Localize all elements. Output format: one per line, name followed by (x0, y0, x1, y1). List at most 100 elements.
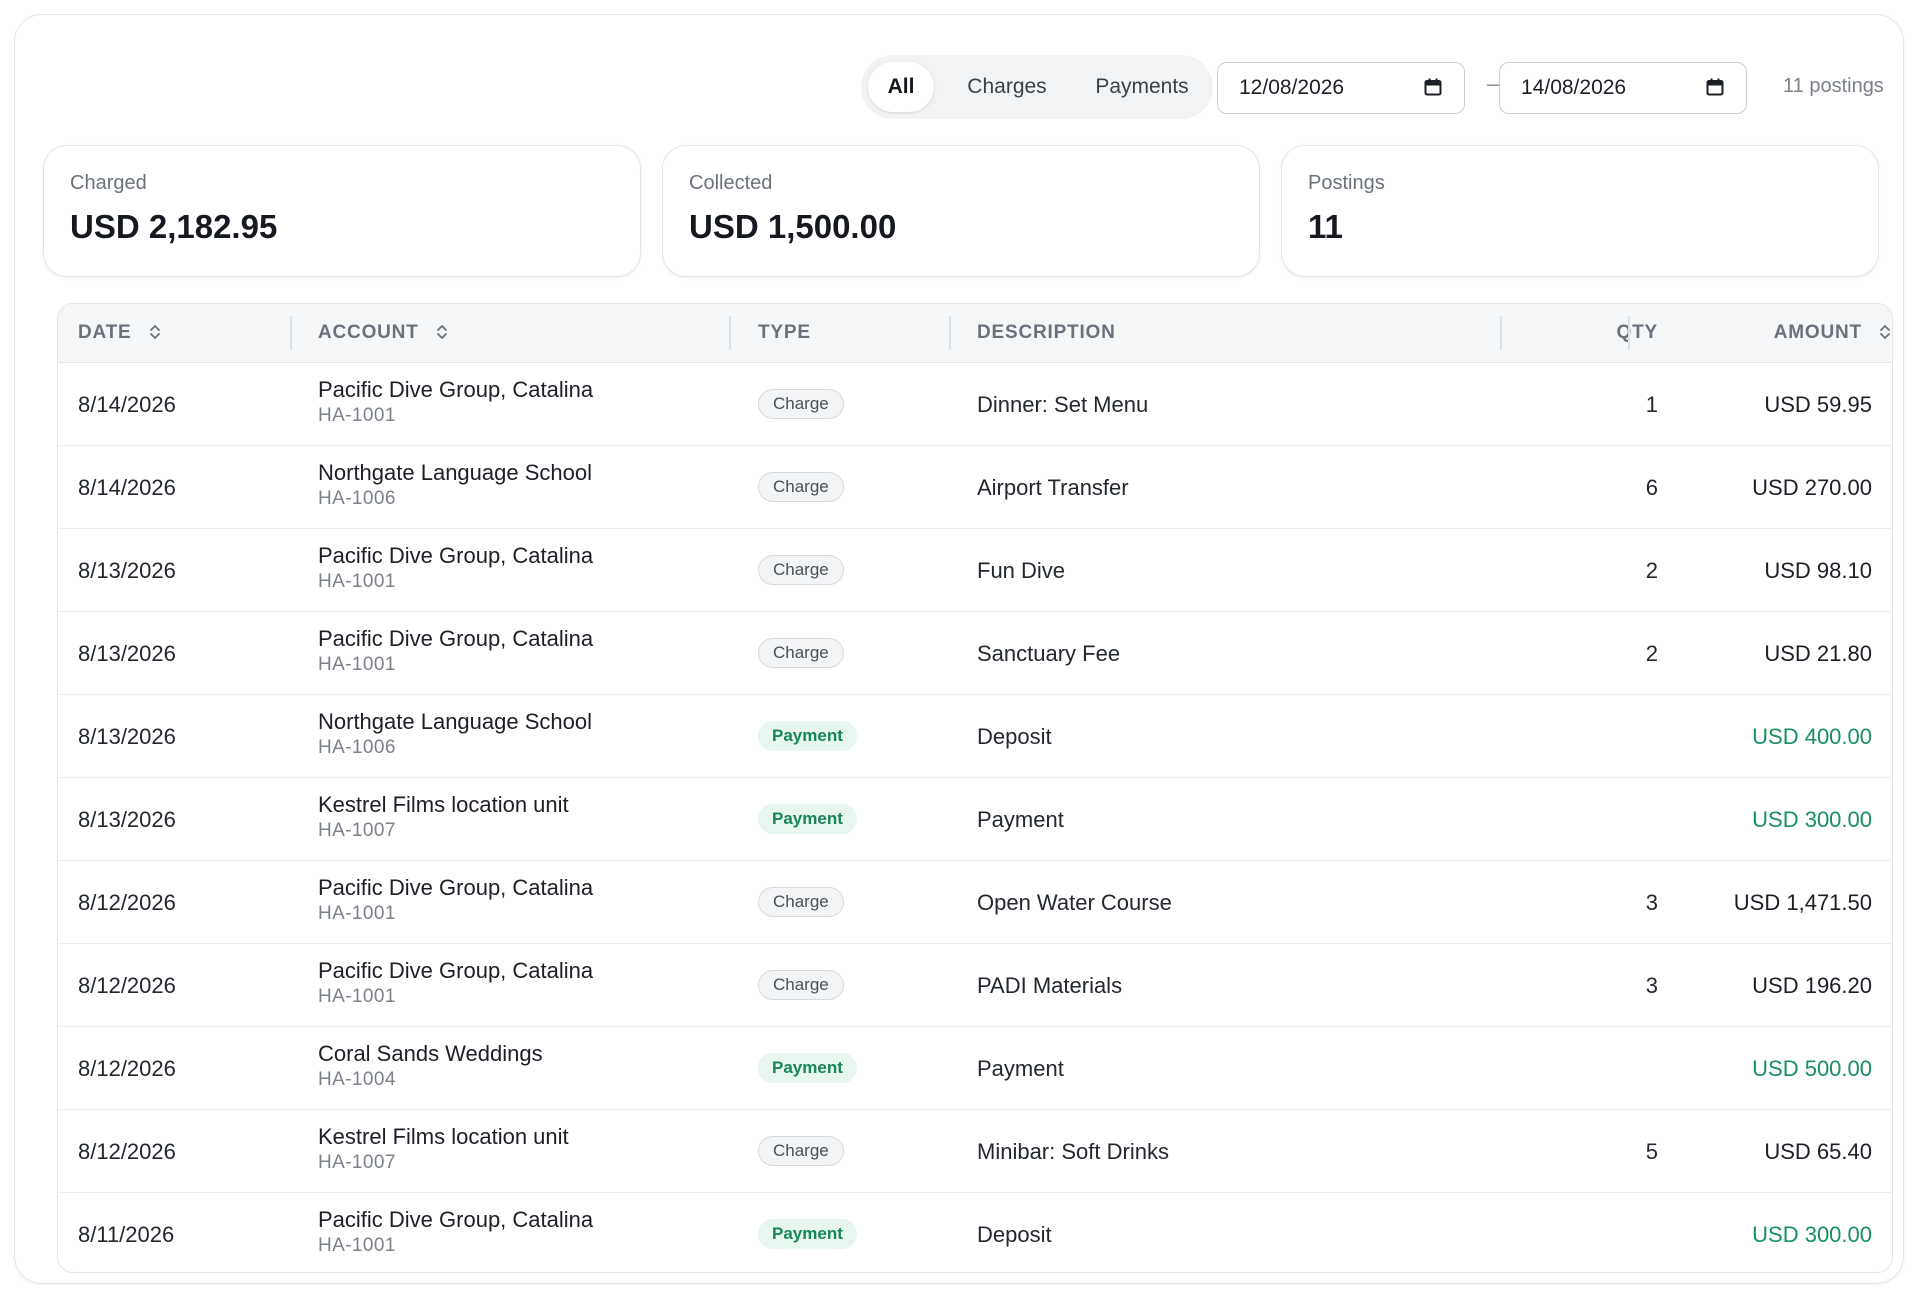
row-qty: 5 (1645, 1139, 1658, 1164)
table-row[interactable]: 8/11/2026 Pacific Dive Group, Catalina H… (58, 1193, 1892, 1272)
type-badge: Charge (758, 472, 844, 502)
column-divider[interactable] (1500, 316, 1502, 350)
column-divider[interactable] (290, 316, 292, 350)
row-account-name: Pacific Dive Group, Catalina (318, 1207, 594, 1232)
row-qty: 3 (1645, 890, 1658, 915)
row-amount: USD 300.00 (1752, 807, 1872, 832)
type-badge: Charge (758, 555, 844, 585)
column-amount-label: AMOUNT (1773, 322, 1862, 343)
row-qty: 2 (1645, 558, 1658, 583)
table-body: 8/14/2026 Pacific Dive Group, Catalina H… (58, 363, 1892, 1272)
date-to-input[interactable]: 14/08/2026 (1499, 62, 1747, 114)
row-account-id: HA-1007 (318, 1152, 396, 1173)
row-amount: USD 1,471.50 (1733, 890, 1872, 915)
date-range-separator: – (1487, 71, 1500, 96)
row-description: Minibar: Soft Drinks (977, 1139, 1169, 1164)
table-row[interactable]: 8/13/2026 Northgate Language School HA-1… (58, 695, 1892, 778)
row-date: 8/13/2026 (78, 807, 176, 832)
table-row[interactable]: 8/12/2026 Kestrel Films location unit HA… (58, 1110, 1892, 1193)
row-amount: USD 400.00 (1752, 724, 1872, 749)
table-row[interactable]: 8/13/2026 Kestrel Films location unit HA… (58, 778, 1892, 861)
calendar-icon[interactable] (1706, 78, 1724, 96)
row-qty: 2 (1645, 641, 1658, 666)
column-qty: QTY (1616, 322, 1658, 343)
row-date: 8/14/2026 (78, 475, 176, 500)
column-amount[interactable]: AMOUNT (1678, 304, 1892, 362)
table-row[interactable]: 8/12/2026 Pacific Dive Group, Catalina H… (58, 944, 1892, 1027)
type-badge: Charge (758, 638, 844, 668)
column-date[interactable]: DATE (78, 304, 162, 362)
postings-label: Postings (1308, 172, 1385, 194)
row-description: Deposit (977, 724, 1052, 749)
postings-count: 11 postings (1783, 75, 1884, 97)
row-amount: USD 98.10 (1764, 558, 1872, 583)
date-from-value: 12/08/2026 (1239, 76, 1345, 99)
row-account-id: HA-1001 (318, 405, 396, 426)
row-qty (1528, 1193, 1658, 1272)
date-from-input[interactable]: 12/08/2026 (1217, 62, 1465, 114)
row-date: 8/13/2026 (78, 724, 176, 749)
row-account-id: HA-1004 (318, 1069, 396, 1090)
table-row[interactable]: 8/13/2026 Pacific Dive Group, Catalina H… (58, 529, 1892, 612)
sort-arrows-icon (149, 325, 160, 339)
table-row[interactable]: 8/13/2026 Pacific Dive Group, Catalina H… (58, 612, 1892, 695)
charged-label: Charged (70, 172, 147, 194)
type-badge: Charge (758, 887, 844, 917)
row-date: 8/12/2026 (78, 1056, 176, 1081)
postings-panel: All Charges Payments 12/08/2026 – 14/08/… (14, 14, 1904, 1284)
collected-card: Collected USD 1,500.00 (662, 145, 1260, 277)
calendar-icon[interactable] (1424, 78, 1442, 96)
table-row[interactable]: 8/12/2026 Pacific Dive Group, Catalina H… (58, 861, 1892, 944)
tab-charges[interactable]: Charges (945, 62, 1069, 112)
column-divider[interactable] (1628, 316, 1630, 350)
row-description: PADI Materials (977, 973, 1123, 998)
table-row[interactable]: 8/14/2026 Pacific Dive Group, Catalina H… (58, 363, 1892, 446)
column-divider[interactable] (949, 316, 951, 350)
column-account-label: ACCOUNT (318, 322, 419, 343)
row-qty (1528, 695, 1658, 778)
row-account-id: HA-1001 (318, 571, 396, 592)
column-account[interactable]: ACCOUNT (318, 304, 449, 362)
postings-table: DATE ACCOUNT TYPE DESCRIPTION QTY AMOUNT… (57, 303, 1893, 1273)
row-description: Airport Transfer (977, 475, 1129, 500)
column-divider[interactable] (729, 316, 731, 350)
type-badge: Charge (758, 1136, 844, 1166)
row-date: 8/12/2026 (78, 973, 176, 998)
postings-value: 11 (1308, 208, 1343, 245)
row-account-id: HA-1001 (318, 1235, 396, 1256)
tab-all[interactable]: All (868, 62, 934, 112)
row-description: Payment (977, 807, 1064, 832)
date-to-value: 14/08/2026 (1521, 76, 1627, 99)
row-account-name: Northgate Language School (318, 460, 592, 485)
row-account-name: Northgate Language School (318, 709, 592, 734)
type-filter-tabs: All Charges Payments (861, 55, 1213, 119)
row-qty (1528, 1027, 1658, 1110)
charged-card: Charged USD 2,182.95 (43, 145, 641, 277)
row-account-id: HA-1001 (318, 986, 396, 1007)
row-amount: USD 59.95 (1764, 392, 1872, 417)
type-badge: Payment (758, 1053, 857, 1083)
row-amount: USD 65.40 (1764, 1139, 1872, 1164)
table-row[interactable]: 8/14/2026 Northgate Language School HA-1… (58, 446, 1892, 529)
column-description: DESCRIPTION (977, 322, 1116, 343)
row-description: Open Water Course (977, 890, 1172, 915)
type-badge: Payment (758, 804, 857, 834)
row-account-id: HA-1007 (318, 820, 396, 841)
row-account-name: Pacific Dive Group, Catalina (318, 626, 594, 651)
row-amount: USD 500.00 (1752, 1056, 1872, 1081)
postings-card: Postings 11 (1281, 145, 1879, 277)
row-qty: 1 (1645, 392, 1658, 417)
sort-arrows-icon (1880, 325, 1890, 339)
type-badge: Payment (758, 1219, 857, 1249)
row-date: 8/14/2026 (78, 392, 176, 417)
tab-payments[interactable]: Payments (1077, 62, 1207, 112)
row-account-id: HA-1006 (318, 737, 396, 758)
row-account-id: HA-1006 (318, 488, 396, 509)
row-account-name: Pacific Dive Group, Catalina (318, 958, 594, 983)
column-date-label: DATE (78, 322, 132, 343)
row-description: Deposit (977, 1222, 1052, 1247)
row-amount: USD 270.00 (1752, 475, 1872, 500)
row-account-name: Kestrel Films location unit (318, 792, 569, 817)
row-account-name: Pacific Dive Group, Catalina (318, 875, 594, 900)
table-row[interactable]: 8/12/2026 Coral Sands Weddings HA-1004 P… (58, 1027, 1892, 1110)
